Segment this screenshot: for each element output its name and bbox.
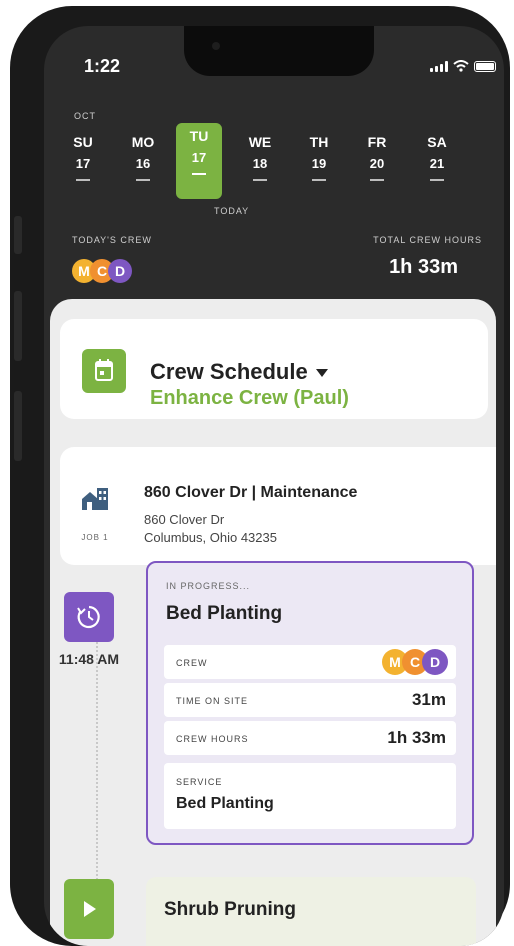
day-friday[interactable]: FR 20 bbox=[354, 129, 400, 181]
play-icon[interactable] bbox=[64, 879, 114, 939]
day-name: SU bbox=[73, 134, 93, 150]
next-task-title: Shrub Pruning bbox=[164, 899, 296, 920]
day-sunday[interactable]: SU 17 bbox=[60, 129, 106, 181]
status-time: 1:22 bbox=[84, 56, 121, 76]
day-name: SA bbox=[427, 134, 447, 150]
crew-hours-row: CREW HOURS 1h 33m bbox=[164, 721, 456, 755]
calendar-month: OCT bbox=[74, 111, 96, 121]
service-box: SERVICE Bed Planting bbox=[164, 763, 456, 829]
crew-hours-label: CREW HOURS bbox=[176, 734, 249, 744]
chevron-down-icon bbox=[315, 369, 328, 378]
side-button-action bbox=[14, 216, 22, 254]
avatar: D bbox=[108, 259, 132, 283]
day-name: WE bbox=[248, 134, 272, 150]
next-task-card[interactable]: Shrub Pruning bbox=[146, 877, 476, 946]
day-monday[interactable]: MO 16 bbox=[120, 129, 166, 181]
day-saturday[interactable]: SA 21 bbox=[414, 129, 460, 181]
day-date: 20 bbox=[369, 156, 385, 171]
today-label: TODAY bbox=[214, 206, 250, 216]
day-date: 17 bbox=[191, 150, 207, 165]
calendar-icon bbox=[82, 349, 126, 393]
day-date: 19 bbox=[311, 156, 327, 171]
todays-crew-avatars[interactable]: M C D bbox=[72, 259, 132, 283]
total-crew-hours-label: TOTAL CREW HOURS bbox=[373, 235, 482, 245]
task-title: Bed Planting bbox=[166, 603, 283, 624]
day-name: TH bbox=[309, 134, 329, 150]
task-crew-avatars[interactable]: M C D bbox=[382, 649, 448, 675]
day-date: 21 bbox=[429, 156, 445, 171]
side-button-volume-down bbox=[14, 391, 22, 461]
day-date: 18 bbox=[252, 156, 268, 171]
day-name: TU bbox=[189, 128, 209, 144]
day-wednesday[interactable]: WE 18 bbox=[237, 129, 283, 181]
crew-name: Enhance Crew (Paul) bbox=[150, 387, 349, 409]
phone-frame: 1:22 OCT SU 17 MO 16 TU 17 WE 18 TH 19 F… bbox=[10, 6, 510, 946]
job-number: JOB 1 bbox=[81, 533, 109, 542]
service-value: Bed Planting bbox=[176, 795, 274, 812]
avatar: D bbox=[422, 649, 448, 675]
side-button-volume-up bbox=[14, 291, 22, 361]
house-icon bbox=[82, 488, 108, 510]
time-on-site-value: 31m bbox=[411, 690, 446, 709]
screen: 1:22 OCT SU 17 MO 16 TU 17 WE 18 TH 19 F… bbox=[44, 26, 504, 946]
todays-crew-label: TODAY'S CREW bbox=[72, 235, 152, 245]
total-crew-hours-value: 1h 33m bbox=[389, 256, 458, 278]
crew-row: CREW M C D bbox=[164, 645, 456, 679]
crew-hours-value: 1h 33m bbox=[387, 728, 446, 747]
signal-icon bbox=[430, 61, 448, 72]
timer-icon[interactable] bbox=[64, 592, 114, 642]
crew-schedule-header[interactable]: Crew Schedule Enhance Crew (Paul) bbox=[60, 319, 488, 419]
crew-row-label: CREW bbox=[176, 658, 208, 668]
wifi-icon bbox=[453, 60, 469, 72]
time-on-site-label: TIME ON SITE bbox=[176, 696, 249, 706]
day-date: 16 bbox=[135, 156, 151, 171]
time-on-site-row: TIME ON SITE 31m bbox=[164, 683, 456, 717]
job-address-line1: 860 Clover Dr bbox=[144, 512, 225, 527]
battery-icon bbox=[474, 61, 496, 72]
dynamic-island bbox=[184, 26, 374, 76]
active-task-card[interactable]: IN PROGRESS... Bed Planting CREW M C D T… bbox=[146, 561, 474, 845]
day-thursday[interactable]: TH 19 bbox=[296, 129, 342, 181]
service-label: SERVICE bbox=[176, 777, 223, 787]
crew-schedule-title[interactable]: Crew Schedule bbox=[150, 359, 328, 385]
day-name: FR bbox=[367, 134, 387, 150]
day-name: MO bbox=[131, 134, 155, 150]
day-tuesday-selected[interactable]: TU 17 bbox=[176, 123, 222, 199]
job-card[interactable]: JOB 1 860 Clover Dr | Maintenance 860 Cl… bbox=[60, 447, 496, 565]
task-status: IN PROGRESS... bbox=[166, 581, 251, 591]
task-start-time: 11:48 AM bbox=[58, 651, 120, 667]
job-title: 860 Clover Dr | Maintenance bbox=[144, 484, 358, 501]
day-date: 17 bbox=[75, 156, 91, 171]
status-icons bbox=[430, 60, 496, 72]
schedule-panel: Crew Schedule Enhance Crew (Paul) JOB 1 … bbox=[50, 299, 496, 946]
job-address-line2: Columbus, Ohio 43235 bbox=[144, 530, 277, 545]
